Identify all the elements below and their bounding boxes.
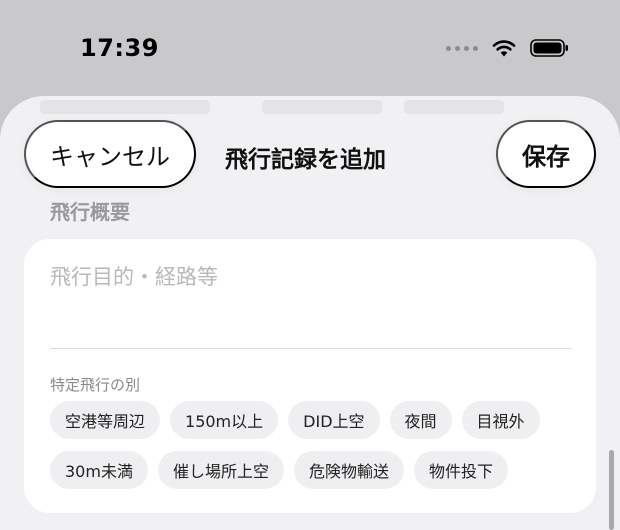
battery-icon <box>530 39 568 57</box>
cancel-button[interactable]: キャンセル <box>24 120 196 188</box>
signal-dots-icon <box>446 45 478 51</box>
section-title-flight-overview: 飛行概要 <box>50 200 130 224</box>
scrollbar[interactable] <box>609 450 614 530</box>
background-content-hint <box>40 100 210 114</box>
chip-object-drop[interactable]: 物件投下 <box>413 451 508 489</box>
flight-purpose-input[interactable] <box>50 261 570 321</box>
status-time: 17:39 <box>80 34 159 62</box>
chip-hazardous-transport[interactable]: 危険物輸送 <box>293 451 404 489</box>
specific-flight-chips-row-2: 30m未満 催し場所上空 危険物輸送 物件投下 <box>50 451 508 489</box>
status-bar: 17:39 <box>0 0 620 96</box>
save-button[interactable]: 保存 <box>496 120 596 188</box>
add-flight-record-sheet: キャンセル 飛行記録を追加 保存 飛行概要 特定飛行の別 空港等周辺 150m以… <box>0 96 620 530</box>
divider <box>50 348 572 349</box>
chip-did-area[interactable]: DID上空 <box>288 401 380 439</box>
chip-beyond-visual-line[interactable]: 目視外 <box>461 401 540 439</box>
flight-overview-card: 特定飛行の別 空港等周辺 150m以上 DID上空 夜間 目視外 30m未満 催… <box>24 239 596 513</box>
background-content-hint <box>262 100 382 114</box>
specific-flight-label: 特定飛行の別 <box>50 376 141 394</box>
background-content-hint <box>404 100 504 114</box>
chip-over-event-venue[interactable]: 催し場所上空 <box>157 451 284 489</box>
chip-night[interactable]: 夜間 <box>389 401 452 439</box>
chip-above-150m[interactable]: 150m以上 <box>170 401 279 439</box>
wifi-icon <box>492 40 516 57</box>
chip-airport-vicinity[interactable]: 空港等周辺 <box>50 401 161 439</box>
chip-under-30m[interactable]: 30m未満 <box>50 451 148 489</box>
specific-flight-chips-row-1: 空港等周辺 150m以上 DID上空 夜間 目視外 <box>50 401 540 439</box>
page-title: 飛行記録を追加 <box>225 147 386 173</box>
status-icons <box>446 38 570 58</box>
